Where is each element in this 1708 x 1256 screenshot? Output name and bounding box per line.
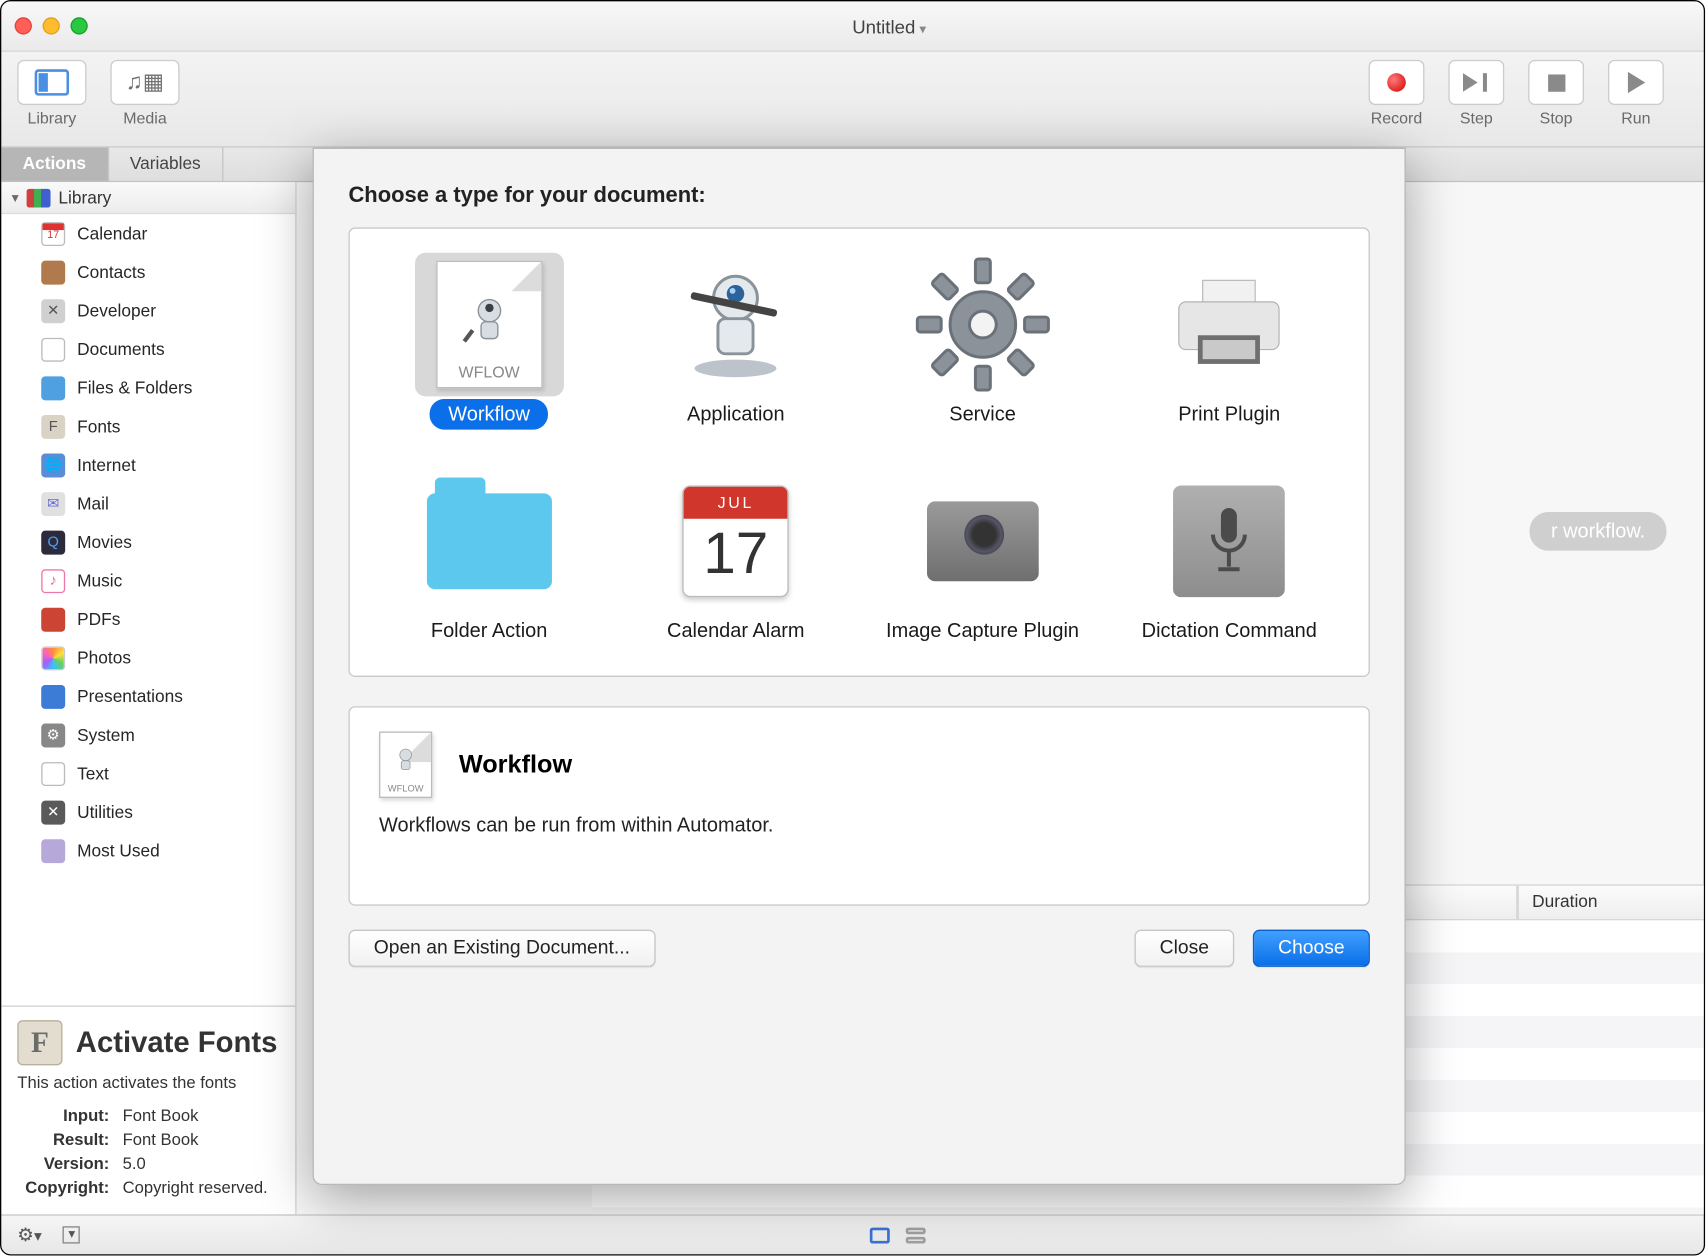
selection-description: WFLOW Workflow Workflows can be run from… [348,706,1369,906]
view-list-icon[interactable] [906,1227,926,1243]
sidebar-item-system[interactable]: ⚙System [1,716,295,755]
photos-icon [41,646,65,670]
stop-icon [1547,74,1564,91]
sidebar-item-text[interactable]: Text [1,754,295,793]
window-controls [15,17,88,34]
gear-icon [908,253,1057,397]
action-title: FActivate Fonts [17,1020,279,1065]
documents-icon [41,337,65,361]
library-header[interactable]: ▼ Library [1,182,295,214]
type-calendar-alarm[interactable]: JUL17 Calendar Alarm [612,469,859,646]
text-icon [41,761,65,785]
internet-icon: 🌐 [41,453,65,477]
open-existing-button[interactable]: Open an Existing Document... [348,930,655,967]
view-toggle [870,1227,926,1243]
close-window-button[interactable] [15,17,32,34]
titlebar: Untitled▾ [1,1,1703,52]
title-dropdown-icon[interactable]: ▾ [919,22,926,37]
calendar-icon: 17 [41,221,65,245]
camera-icon [908,469,1057,613]
toolbar: Library ♫▦ Media Record Step Stop Run [1,52,1703,148]
type-service[interactable]: Service [859,253,1106,430]
toggle-description-icon[interactable]: ▾ [63,1226,80,1243]
library-list: 17Calendar Contacts ✕Developer Documents… [1,214,295,1005]
type-application[interactable]: Application [612,253,859,430]
sidebar-item-photos[interactable]: Photos [1,638,295,677]
type-folder-action[interactable]: Folder Action [366,469,613,646]
music-icon: ♪ [41,569,65,593]
sidebar-item-internet[interactable]: 🌐Internet [1,446,295,485]
sidebar-item-presentations[interactable]: Presentations [1,677,295,716]
play-icon [1627,72,1644,93]
stop-button[interactable]: Stop [1528,60,1584,128]
selected-type-title: Workflow [459,751,572,780]
sidebar-item-utilities[interactable]: ✕Utilities [1,793,295,832]
system-icon: ⚙ [41,723,65,747]
action-info-panel: FActivate Fonts This action activates th… [1,1005,295,1214]
sidebar-item-calendar[interactable]: 17Calendar [1,214,295,253]
automator-robot-icon [461,294,517,350]
sidebar-item-movies[interactable]: QMovies [1,523,295,562]
sidebar-item-pdfs[interactable]: PDFs [1,600,295,639]
utilities-icon: ✕ [41,800,65,824]
font-icon: F [17,1020,62,1065]
presentations-icon [41,684,65,708]
sidebar-item-mail[interactable]: ✉Mail [1,484,295,523]
finder-icon [41,376,65,400]
selected-type-desc: Workflows can be run from within Automat… [379,814,1339,837]
action-description: This action activates the fonts [17,1073,279,1092]
calendar-icon-large: JUL17 [661,469,810,613]
printer-icon [1155,253,1304,397]
step-button[interactable]: Step [1448,60,1504,128]
library-button[interactable]: Library [17,60,86,128]
step-icon [1463,73,1490,92]
log-col-duration[interactable]: Duration [1518,886,1704,919]
mostused-icon [41,839,65,863]
minimize-window-button[interactable] [43,17,60,34]
gear-menu-icon[interactable]: ⚙︎▾ [17,1224,42,1247]
record-button[interactable]: Record [1369,60,1425,128]
movies-icon: Q [41,530,65,554]
tab-variables[interactable]: Variables [109,148,224,181]
folder-icon [415,469,564,613]
sidebar-item-fonts[interactable]: FFonts [1,407,295,446]
sidebar-item-files[interactable]: Files & Folders [1,368,295,407]
contacts-icon [41,260,65,284]
document-type-grid: WFLOW Workflow Application Service Print… [348,227,1369,677]
zoom-window-button[interactable] [70,17,87,34]
sidebar: ▼ Library 17Calendar Contacts ✕Developer… [1,182,296,1214]
selected-type-icon: WFLOW [379,732,438,801]
sheet-heading: Choose a type for your document: [348,184,1369,209]
document-type-sheet: Choose a type for your document: WFLOW W… [313,148,1406,1185]
type-workflow[interactable]: WFLOW Workflow [366,253,613,430]
sidebar-item-music[interactable]: ♪Music [1,561,295,600]
sidebar-item-mostused[interactable]: Most Used [1,831,295,870]
choose-button[interactable]: Choose [1253,930,1370,967]
tab-actions[interactable]: Actions [1,148,108,181]
application-icon [677,266,794,383]
status-bar: ⚙︎▾ ▾ [1,1214,1703,1254]
run-button[interactable]: Run [1608,60,1664,128]
microphone-icon [1155,469,1304,613]
type-print-plugin[interactable]: Print Plugin [1106,253,1353,430]
view-flow-icon[interactable] [870,1227,890,1243]
sidebar-item-developer[interactable]: ✕Developer [1,291,295,330]
close-button[interactable]: Close [1134,930,1234,967]
pdf-icon [41,607,65,631]
mail-icon: ✉ [41,491,65,515]
developer-icon: ✕ [41,299,65,323]
canvas-hint: r workflow. [1530,512,1667,551]
library-icon [26,188,50,207]
fonts-icon: F [41,414,65,438]
record-icon [1387,73,1406,92]
disclosure-triangle-icon[interactable]: ▼ [9,191,21,204]
sidebar-item-contacts[interactable]: Contacts [1,253,295,292]
type-dictation-command[interactable]: Dictation Command [1106,469,1353,646]
media-button[interactable]: ♫▦ Media [110,60,179,128]
type-image-capture[interactable]: Image Capture Plugin [859,469,1106,646]
window-title: Untitled▾ [88,15,1691,36]
sidebar-item-documents[interactable]: Documents [1,330,295,369]
